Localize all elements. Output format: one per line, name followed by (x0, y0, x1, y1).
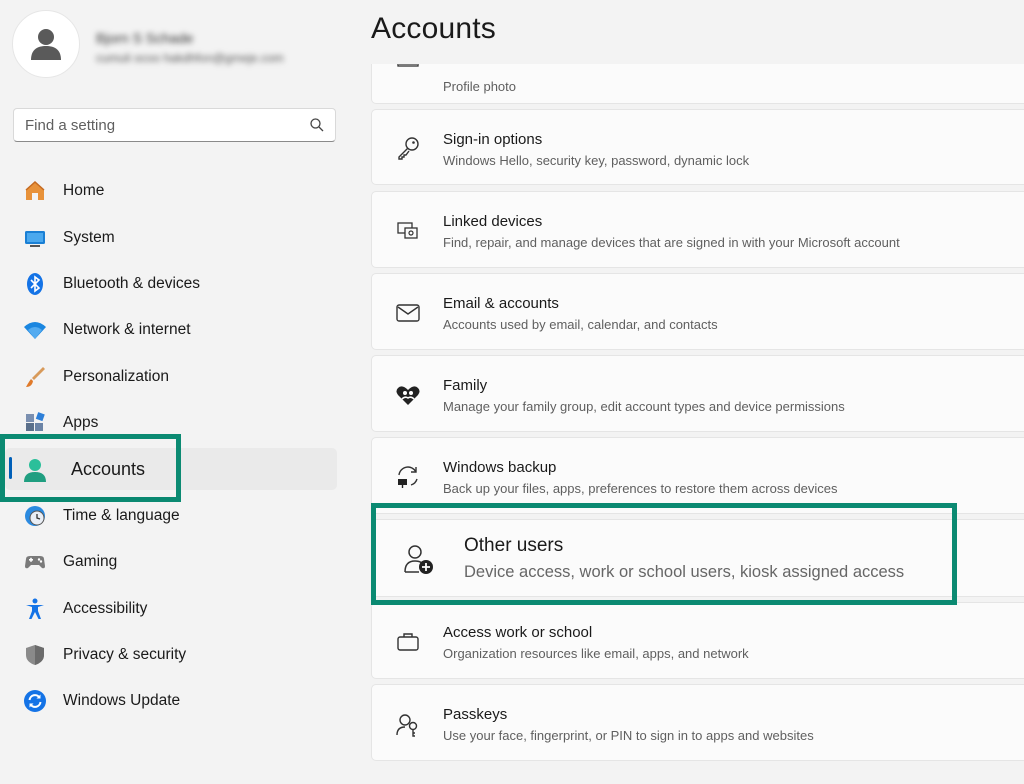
sidebar: Bjorn S Schade cumuli ocoo hakdhfon@gmej… (0, 0, 345, 784)
sidebar-item-label: Network & internet (63, 321, 191, 339)
avatar (12, 10, 80, 78)
card-subtitle: Organization resources like email, apps,… (443, 646, 749, 661)
sidebar-item-label: Time & language (63, 506, 180, 524)
settings-card-list: Profile photo Sign-in options Windows He… (371, 64, 1024, 784)
sidebar-item-home[interactable]: Home (0, 168, 345, 214)
sidebar-item-label: System (63, 228, 115, 246)
sidebar-item-bluetooth[interactable]: Bluetooth & devices (0, 261, 345, 307)
sidebar-item-label: Home (63, 182, 105, 200)
card-subtitle: Windows Hello, security key, password, d… (443, 153, 750, 168)
sidebar-item-privacy-security[interactable]: Privacy & security (0, 632, 345, 678)
sidebar-item-network[interactable]: Network & internet (0, 307, 345, 353)
sidebar-item-gaming[interactable]: Gaming (0, 539, 345, 585)
card-subtitle: Profile photo (443, 79, 516, 94)
sidebar-item-label: Personalization (63, 367, 169, 385)
profile-photo-icon (394, 64, 422, 79)
profile-name: Bjorn S Schade (96, 30, 194, 46)
passkey-icon (394, 710, 422, 738)
person-icon (31, 29, 61, 60)
clock-globe-icon (22, 503, 48, 529)
card-family[interactable]: Family Manage your family group, edit ac… (371, 355, 1024, 432)
update-icon (22, 688, 48, 714)
search-icon[interactable] (309, 117, 325, 133)
gamepad-icon (22, 549, 48, 575)
card-title: Linked devices (443, 213, 543, 230)
card-subtitle: Back up your files, apps, preferences to… (443, 481, 838, 496)
card-passkeys[interactable]: Passkeys Use your face, fingerprint, or … (371, 684, 1024, 761)
brush-icon (22, 364, 48, 390)
card-subtitle: Find, repair, and manage devices that ar… (443, 235, 900, 250)
apps-icon (22, 410, 48, 436)
sidebar-item-label: Gaming (63, 553, 118, 571)
profile-email: cumuli ocoo hakdhfon@gmeje.com (96, 51, 284, 65)
other-users-highlight-box (371, 503, 957, 605)
family-heart-icon (394, 381, 422, 409)
page-title: Accounts (371, 12, 496, 45)
card-subtitle: Accounts used by email, calendar, and co… (443, 317, 718, 332)
bluetooth-icon (22, 271, 48, 297)
sidebar-item-label: Accessibility (63, 599, 148, 617)
sidebar-item-label: Apps (63, 414, 99, 432)
key-icon (394, 134, 422, 162)
sidebar-item-system[interactable]: System (0, 214, 345, 260)
card-sign-in-options[interactable]: Sign-in options Windows Hello, security … (371, 109, 1024, 185)
home-icon (22, 178, 48, 204)
card-title: Sign-in options (443, 131, 543, 148)
search-input[interactable] (14, 109, 304, 141)
briefcase-icon (394, 628, 422, 656)
shield-icon (22, 642, 48, 668)
card-access-work-school[interactable]: Access work or school Organization resou… (371, 602, 1024, 679)
sidebar-item-personalization[interactable]: Personalization (0, 354, 345, 400)
card-title: Access work or school (443, 624, 593, 641)
mail-icon (394, 299, 422, 327)
sidebar-item-label: Windows Update (63, 692, 181, 710)
sidebar-item-label: Bluetooth & devices (63, 274, 201, 292)
card-title: Passkeys (443, 706, 508, 723)
profile-header[interactable]: Bjorn S Schade cumuli ocoo hakdhfon@gmej… (12, 10, 342, 80)
search-box[interactable] (13, 108, 336, 142)
card-email-accounts[interactable]: Email & accounts Accounts used by email,… (371, 273, 1024, 350)
card-profile-photo[interactable]: Profile photo (371, 64, 1024, 104)
sidebar-item-label: Privacy & security (63, 646, 187, 664)
card-title: Windows backup (443, 459, 557, 476)
accessibility-icon (22, 596, 48, 622)
wifi-icon (22, 317, 48, 343)
sidebar-item-accessibility[interactable]: Accessibility (0, 586, 345, 632)
card-linked-devices[interactable]: Linked devices Find, repair, and manage … (371, 191, 1024, 268)
card-title: Family (443, 377, 488, 394)
linked-devices-icon (394, 217, 422, 245)
card-subtitle: Manage your family group, edit account t… (443, 399, 845, 414)
sidebar-item-windows-update[interactable]: Windows Update (0, 678, 345, 724)
accounts-highlight-box (0, 434, 181, 502)
backup-icon (394, 463, 422, 491)
card-subtitle: Use your face, fingerprint, or PIN to si… (443, 728, 814, 743)
card-title: Email & accounts (443, 295, 559, 312)
system-icon (22, 225, 48, 251)
